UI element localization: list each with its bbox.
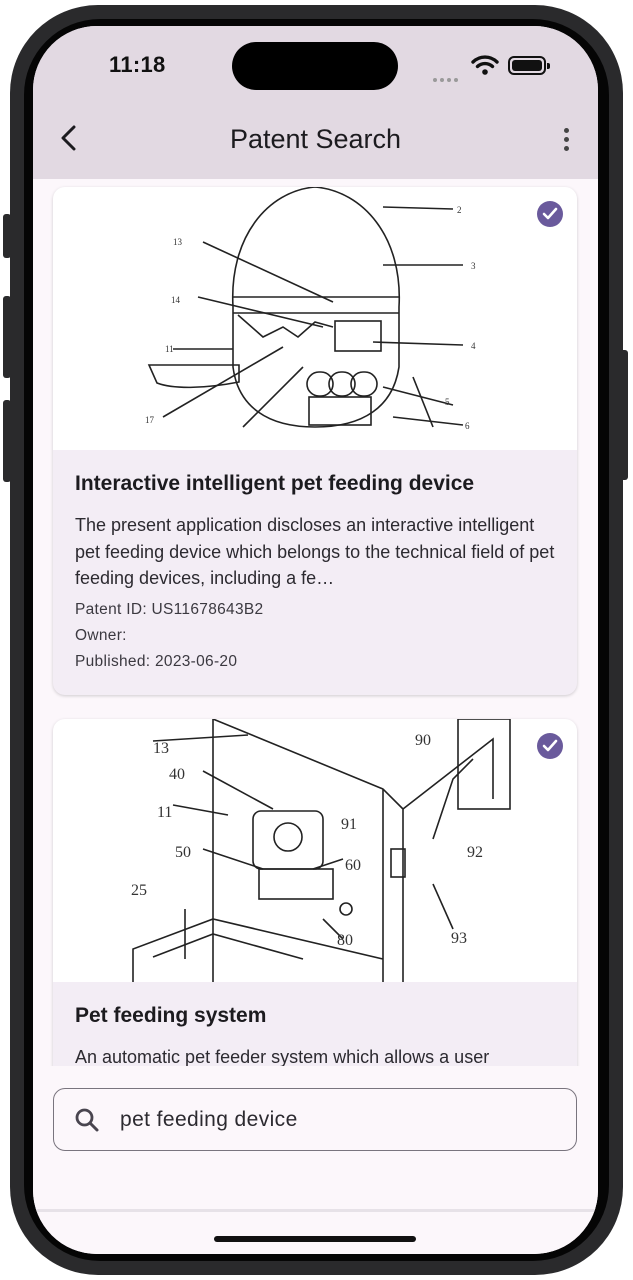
svg-text:80: 80 — [337, 932, 353, 949]
svg-text:17: 17 — [145, 415, 155, 425]
patent-drawing: 13 40 11 50 25 60 80 91 90 92 93 — [53, 719, 577, 982]
svg-text:13: 13 — [153, 740, 169, 757]
patent-title: Pet feeding system — [75, 1004, 267, 1027]
battery-icon — [508, 56, 550, 75]
svg-text:4: 4 — [471, 341, 476, 351]
svg-text:92: 92 — [467, 844, 483, 861]
top-app-bar: 11:18 Patent Search — [33, 26, 598, 179]
search-bar-area — [33, 1066, 598, 1211]
patent-description: The present application discloses an int… — [75, 515, 555, 588]
svg-text:40: 40 — [169, 766, 185, 783]
patent-title: Interactive intelligent pet feeding devi… — [75, 472, 475, 495]
wifi-icon — [471, 54, 499, 81]
svg-text:6: 6 — [465, 421, 470, 431]
dynamic-island — [232, 42, 398, 90]
selected-check-icon[interactable] — [537, 733, 563, 759]
svg-text:93: 93 — [451, 930, 467, 947]
search-input[interactable] — [120, 1107, 540, 1132]
patent-owner: Owner: — [75, 627, 127, 644]
status-time: 11:18 — [109, 52, 166, 77]
more-options-button[interactable] — [553, 122, 579, 156]
svg-text:91: 91 — [341, 816, 357, 833]
results-list[interactable]: 2 3 4 13 14 11 17 5 6 Interactive intell… — [33, 179, 598, 1099]
patent-published: Published: 2023-06-20 — [75, 653, 238, 670]
search-field[interactable] — [53, 1088, 577, 1151]
result-card[interactable]: 13 40 11 50 25 60 80 91 90 92 93 Pet fee… — [53, 719, 577, 1099]
patent-id: Patent ID: US11678643B2 — [75, 601, 264, 618]
screen: 11:18 Patent Search 2 3 4 13 14 11 17 5 … — [33, 26, 598, 1254]
svg-text:2: 2 — [457, 205, 462, 215]
power-button — [620, 350, 628, 480]
svg-text:50: 50 — [175, 844, 191, 861]
signal-dots-icon — [433, 69, 461, 87]
svg-text:11: 11 — [157, 804, 172, 821]
svg-text:11: 11 — [165, 344, 174, 354]
bottom-bar — [33, 1209, 598, 1254]
volume-up-button — [3, 296, 11, 378]
svg-text:14: 14 — [171, 295, 181, 305]
selected-check-icon[interactable] — [537, 201, 563, 227]
svg-text:13: 13 — [173, 237, 183, 247]
svg-text:3: 3 — [471, 261, 476, 271]
volume-down-button — [3, 400, 11, 482]
svg-text:25: 25 — [131, 882, 147, 899]
more-vertical-icon — [563, 127, 569, 133]
patent-drawing: 2 3 4 13 14 11 17 5 6 — [53, 187, 577, 450]
search-icon — [72, 1105, 102, 1135]
page-title: Patent Search — [229, 124, 402, 154]
mute-switch — [3, 214, 11, 258]
home-indicator[interactable] — [214, 1236, 416, 1242]
svg-text:90: 90 — [415, 732, 431, 749]
svg-text:60: 60 — [345, 857, 361, 874]
patent-meta: Patent ID: US11678643B2 Owner: Published… — [75, 597, 555, 675]
result-card[interactable]: 2 3 4 13 14 11 17 5 6 Interactive intell… — [53, 187, 577, 695]
svg-text:5: 5 — [445, 397, 450, 407]
